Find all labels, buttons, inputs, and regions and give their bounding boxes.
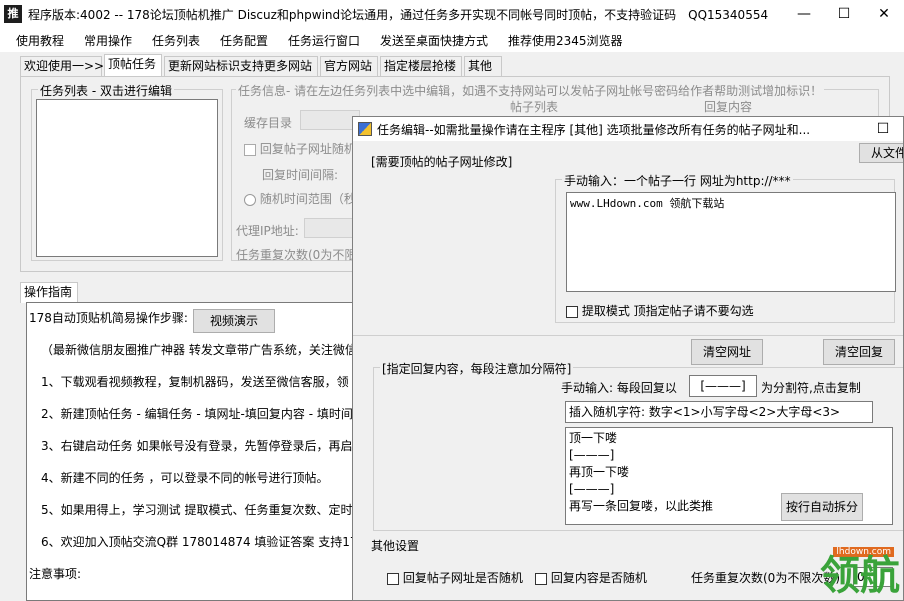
dialog-title-bar: 任务编辑--如需批量操作请在主程序 [其他] 选项批量修改所有任务的帖子网址和.… bbox=[353, 117, 903, 143]
guide-line: 3、右键启动任务 如果帐号没有登录，先暂停登录后，再启动 bbox=[41, 439, 356, 453]
tab-welcome[interactable]: 欢迎使用一>> bbox=[20, 56, 104, 77]
reply-content-label: 回复内容 bbox=[704, 100, 753, 114]
extract-mode-option[interactable]: 提取模式 顶指定帖子请不要勾选 bbox=[566, 302, 754, 319]
guide-notes: 注意事项: bbox=[29, 567, 82, 581]
clear-replies-button[interactable]: 清空回复 bbox=[823, 339, 895, 365]
task-edit-dialog: 任务编辑--如需批量操作请在主程序 [其他] 选项批量修改所有任务的帖子网址和.… bbox=[352, 116, 904, 601]
tab-floor-grab[interactable]: 指定楼层抢楼 bbox=[380, 56, 462, 77]
reply-interval-label: 回复时间间隔: bbox=[262, 168, 339, 182]
dialog-maximize-button[interactable]: ☐ bbox=[863, 117, 903, 143]
menu-common-ops[interactable]: 常用操作 bbox=[84, 32, 132, 49]
watermark-logo: 领航 bbox=[820, 553, 900, 599]
extract-mode-checkbox[interactable] bbox=[566, 305, 578, 318]
task-list-group: 任务列表 - 双击进行编辑 bbox=[31, 82, 223, 261]
section-divider bbox=[353, 335, 903, 336]
reply-line: 再顶一下喽 bbox=[569, 465, 630, 479]
task-list-label: 任务列表 - 双击进行编辑 bbox=[38, 82, 174, 99]
reply-line: 顶一下喽 bbox=[569, 431, 618, 445]
from-file-button[interactable]: 从文件 bbox=[859, 143, 903, 163]
post-list-label: 帖子列表 bbox=[510, 100, 559, 114]
menu-recommend-browser[interactable]: 推荐使用2345浏览器 bbox=[508, 32, 623, 49]
menu-task-run-window[interactable]: 任务运行窗口 bbox=[288, 32, 360, 49]
video-demo-button[interactable]: 视频演示 bbox=[193, 309, 275, 333]
reply-url-random-checkbox[interactable] bbox=[244, 143, 256, 156]
cache-dir-field[interactable] bbox=[300, 110, 360, 130]
guide-line: 2、新建顶帖任务 - 编辑任务 - 填网址-填回复内容 - 填时间 bbox=[41, 407, 353, 421]
content-random-option[interactable]: 回复内容是否随机 bbox=[535, 569, 647, 586]
guide-line: （最新微信朋友圈推广神器 转发文章带广告系统，关注微信 bbox=[41, 343, 356, 357]
tab-bump-task[interactable]: 顶帖任务 bbox=[104, 54, 162, 77]
separator-field[interactable]: [———] bbox=[689, 375, 757, 397]
proxy-ip-label: 代理IP地址: bbox=[236, 224, 299, 238]
guide-line: 6、欢迎加入顶帖交流Q群 178014874 填验证答案 支持178+ bbox=[41, 535, 356, 549]
url-input-group: 手动输入：一个帖子一行 网址为http://*** www.LHdown.com… bbox=[555, 172, 896, 323]
guide-panel: 178自动顶贴机简易操作步骤: 视频演示 （最新微信朋友圈推广神器 转发文章带广… bbox=[26, 302, 356, 601]
reply-manual-label: 手动输入: 每段回复以 bbox=[561, 381, 677, 395]
maximize-button[interactable]: ☐ bbox=[824, 0, 864, 28]
reply-group-label: [指定回复内容，每段注意加分隔符] bbox=[380, 360, 574, 377]
menu-task-list[interactable]: 任务列表 bbox=[152, 32, 200, 49]
dialog-title: 任务编辑--如需批量操作请在主程序 [其他] 选项批量修改所有任务的帖子网址和.… bbox=[377, 123, 811, 137]
clear-urls-button[interactable]: 清空网址 bbox=[691, 339, 763, 365]
guide-line: 5、如果用得上，学习测试 提取模式、任务重复次数、定时 bbox=[41, 503, 353, 517]
task-list[interactable] bbox=[36, 99, 218, 257]
minimize-button[interactable]: — bbox=[784, 0, 824, 28]
split-copy-label: 为分割符,点击复制 bbox=[761, 381, 861, 395]
url-text: www.LHdown.com 领航下载站 bbox=[570, 197, 725, 210]
repeat-count-label: 任务重复次数(0为不限 bbox=[236, 248, 357, 262]
dialog-icon bbox=[358, 122, 372, 136]
tab-update-site[interactable]: 更新网站标识支持更多网站 bbox=[164, 56, 318, 77]
url-manual-label: 手动输入：一个帖子一行 网址为http://*** bbox=[562, 172, 793, 189]
menu-desktop-shortcut[interactable]: 发送至桌面快捷方式 bbox=[380, 32, 488, 49]
app-icon: 推 bbox=[4, 5, 22, 23]
auto-split-button[interactable]: 按行自动拆分 bbox=[781, 493, 863, 521]
cache-dir-label: 缓存目录 bbox=[244, 116, 293, 130]
guide-line: 1、下载观看视频教程，复制机器码，发送至微信客服，领 bbox=[41, 375, 349, 389]
guide-heading: 178自动顶贴机简易操作步骤: bbox=[29, 311, 188, 325]
menu-task-config[interactable]: 任务配置 bbox=[220, 32, 268, 49]
url-textarea[interactable]: www.LHdown.com 领航下载站 bbox=[566, 192, 896, 292]
random-chars-field[interactable]: 插入随机字符: 数字<1>小写字母<2>大字母<3> bbox=[565, 401, 873, 423]
title-bar: 推 程序版本:4002 -- 178论坛顶帖机推广 Discuz和phpwind… bbox=[0, 0, 904, 28]
content-random-checkbox[interactable] bbox=[535, 572, 547, 585]
random-range-radio[interactable] bbox=[244, 193, 256, 206]
close-button[interactable]: ✕ bbox=[864, 0, 904, 28]
menu-bar: 使用教程 常用操作 任务列表 任务配置 任务运行窗口 发送至桌面快捷方式 推荐使… bbox=[0, 28, 904, 52]
url-random-checkbox[interactable] bbox=[387, 572, 399, 585]
tab-guide[interactable]: 操作指南 bbox=[20, 282, 78, 303]
tab-official-site[interactable]: 官方网站 bbox=[320, 56, 378, 77]
tab-other[interactable]: 其他 bbox=[464, 56, 502, 77]
window-title: 程序版本:4002 -- 178论坛顶帖机推广 Discuz和phpwind论坛… bbox=[28, 8, 768, 22]
url-group-label: [需要顶帖的帖子网址修改] bbox=[371, 155, 513, 169]
reply-line: [———] bbox=[569, 448, 615, 462]
url-random-option[interactable]: 回复帖子网址是否随机 bbox=[387, 569, 523, 586]
menu-tutorial[interactable]: 使用教程 bbox=[16, 32, 64, 49]
task-info-label: 任务信息- 请在左边任务列表中选中编辑，如遇不支持网站可以发帖子网址帐号密码给作… bbox=[236, 82, 825, 99]
random-range-option[interactable]: 随机时间范围（秒 bbox=[244, 190, 356, 207]
reply-url-random-option[interactable]: 回复帖子网址随机 bbox=[244, 140, 356, 157]
other-settings-label: 其他设置 bbox=[371, 539, 420, 553]
guide-line: 4、新建不同的任务 ，可以登录不同的帐号进行顶帖。 bbox=[41, 471, 329, 485]
